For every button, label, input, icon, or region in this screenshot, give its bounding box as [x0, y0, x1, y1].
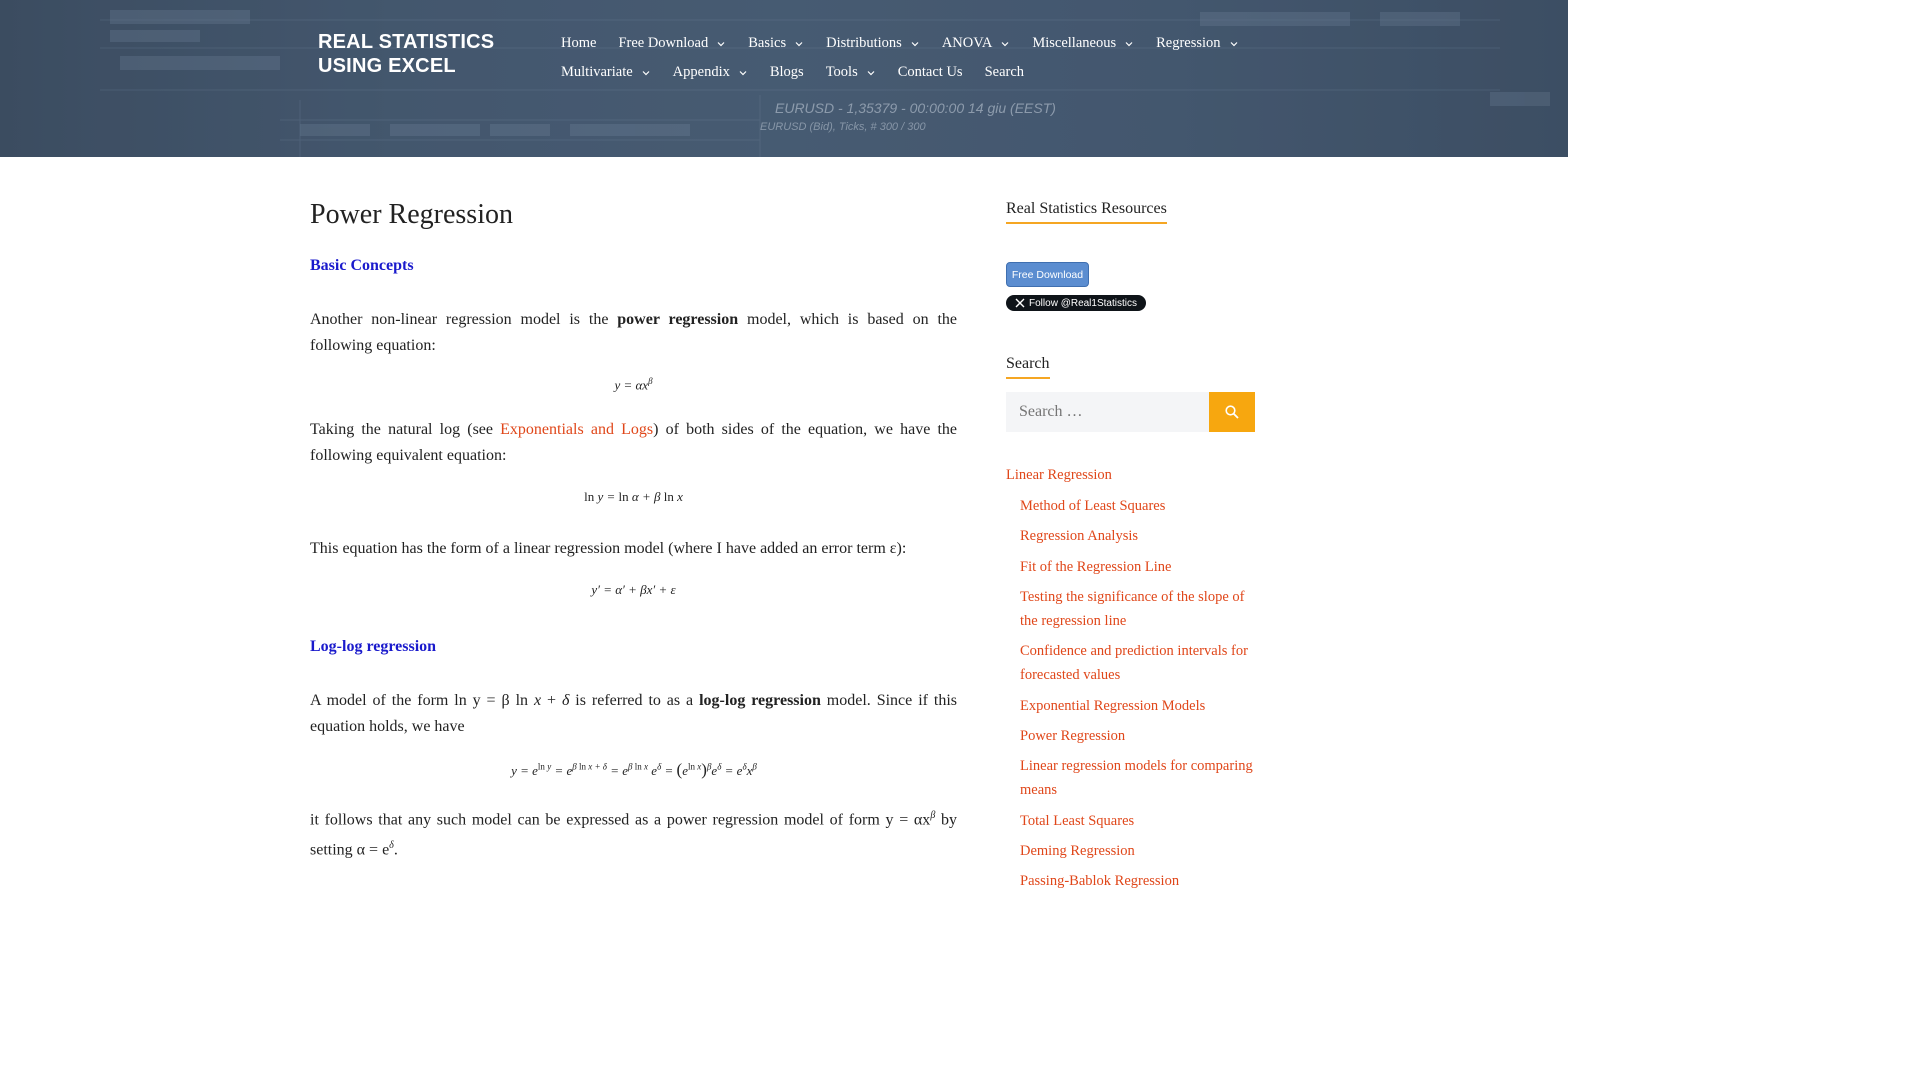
log-text-a: Taking the natural log (see — [310, 421, 501, 438]
nav-item-contact-us[interactable]: Contact Us — [898, 64, 963, 81]
nav-item-regression[interactable]: Regression — [1156, 35, 1238, 52]
nav-item-label: Basics — [748, 35, 787, 51]
nav-item-anova[interactable]: ANOVA — [942, 35, 1011, 52]
nav-item-free-download[interactable]: Free Download — [618, 35, 726, 52]
equation-exponent-chain: y = eln y = eβ ln x + δ = eβ ln x eδ = (… — [511, 760, 757, 779]
section-heading-basic-concepts: Basic Concepts — [310, 257, 414, 274]
chevron-down-icon — [910, 39, 920, 49]
chevron-down-icon — [1124, 39, 1134, 49]
paragraph-intro: Another non-linear regression model is t… — [310, 307, 957, 359]
twitter-follow-button[interactable]: Follow @Real1Statistics — [1006, 295, 1146, 311]
nav-item-label: Tools — [825, 64, 858, 80]
nav-item-label: Blogs — [769, 64, 804, 80]
paragraph-log-log: A model of the form ln y = β ln x + δ is… — [310, 688, 957, 740]
equation-ln-form: ln y = ln α + β ln x — [584, 489, 683, 504]
nav-item-search[interactable]: Search — [985, 64, 1024, 81]
sidebar-link-linear-regression[interactable]: Linear Regression — [1006, 464, 1112, 488]
loglog-text-a: A model of the form ln y = β ln — [310, 692, 534, 709]
sidebar-link-testing-slope-significance[interactable]: Testing the significance of the slope of… — [1020, 586, 1260, 633]
section-heading-log-log: Log-log regression — [310, 638, 437, 655]
chevron-down-icon — [1000, 39, 1010, 49]
loglog-text-c: is referred to as a — [569, 692, 700, 709]
chevron-down-icon — [794, 39, 804, 49]
nav-row-2: Multivariate Appendix Blogs Tools Contact Us… — [561, 58, 1261, 87]
nav-item-label: Search — [984, 64, 1025, 80]
nav-row-1: Home Free Download Basics Distributions ANOV… — [561, 29, 1261, 58]
nav-item-basics[interactable]: Basics — [748, 35, 804, 52]
sidebar-link-total-least-squares[interactable]: Total Least Squares — [1020, 810, 1256, 834]
nav-item-blogs[interactable]: Blogs — [770, 64, 804, 81]
sidebar-link-fit-of-regression-line[interactable]: Fit of the Regression Line — [1020, 556, 1256, 580]
nav-item-distributions[interactable]: Distributions — [826, 35, 920, 52]
nav-item-miscellaneous[interactable]: Miscellaneous — [1032, 35, 1134, 52]
site-title-line1: REAL STATISTICS — [318, 31, 495, 53]
chevron-down-icon — [866, 68, 876, 78]
sidebar-search-title: Search — [1006, 355, 1050, 379]
sidebar-link-confidence-prediction-intervals[interactable]: Confidence and prediction intervals for … — [1020, 640, 1256, 687]
sidebar-search-button[interactable] — [1209, 392, 1255, 432]
nav-item-label: Free Download — [618, 35, 709, 51]
chevron-down-icon — [738, 68, 748, 78]
nav-item-label: ANOVA — [941, 35, 993, 51]
header-chart-overlay-subtext: EURUSD (Bid), Ticks, # 300 / 300 — [760, 121, 926, 133]
free-download-button[interactable]: Free Download — [1006, 262, 1089, 287]
site-title[interactable]: REAL STATISTICS USING EXCEL — [318, 30, 528, 78]
equation-linear-prime: y′ = α′ + βx′ + ε — [591, 582, 676, 597]
site-header: EURUSD - 1,35379 - 00:00:00 14 giu (EEST… — [0, 0, 1568, 157]
nav-item-label: Multivariate — [561, 64, 633, 80]
nav-item-label: Distributions — [826, 35, 902, 51]
header-chart-overlay-text: EURUSD - 1,35379 - 00:00:00 14 giu (EEST… — [775, 100, 1056, 116]
equation-power-model: y = αxβ — [614, 376, 653, 393]
nav-item-home[interactable]: Home — [561, 35, 596, 52]
intro-bold-power-regression: power regression — [617, 311, 739, 328]
nav-item-multivariate[interactable]: Multivariate — [561, 64, 651, 81]
conclusion-text-c: . — [393, 841, 398, 859]
nav-item-tools[interactable]: Tools — [826, 64, 876, 81]
sidebar-link-regression-analysis[interactable]: Regression Analysis — [1020, 525, 1256, 549]
paragraph-natural-log: Taking the natural log (see Exponentials… — [310, 417, 957, 469]
sidebar-resources-title: Real Statistics Resources — [1006, 200, 1167, 224]
exponentials-and-logs-link[interactable]: Exponentials and Logs — [500, 421, 653, 438]
chevron-down-icon — [716, 39, 726, 49]
sidebar-link-method-of-least-squares[interactable]: Method of Least Squares — [1020, 495, 1256, 519]
main-navigation: Home Free Download Basics Distributions ANOV… — [561, 29, 1261, 87]
nav-item-label: Appendix — [672, 64, 730, 80]
nav-item-label: Home — [561, 35, 597, 51]
paragraph-linear-form: This equation has the form of a linear r… — [310, 540, 907, 557]
page-title: Power Regression — [310, 199, 513, 230]
nav-item-label: Regression — [1156, 35, 1221, 51]
intro-text-a: Another non-linear regression model is t… — [310, 311, 618, 328]
chevron-down-icon — [1229, 39, 1239, 49]
sidebar-search-input[interactable] — [1006, 392, 1209, 432]
x-logo-icon — [1015, 298, 1025, 308]
nav-item-label: Contact Us — [897, 64, 963, 80]
chevron-down-icon — [641, 68, 651, 78]
sidebar-link-passing-bablok-regression[interactable]: Passing-Bablok Regression — [1020, 870, 1256, 894]
sidebar-link-exponential-regression[interactable]: Exponential Regression Models — [1020, 695, 1256, 719]
sidebar-link-deming-regression[interactable]: Deming Regression — [1020, 840, 1256, 864]
site-title-line2: USING EXCEL — [318, 55, 456, 77]
sidebar-link-linear-models-comparing-means[interactable]: Linear regression models for comparing m… — [1020, 755, 1256, 802]
loglog-bold-term: log-log regression — [699, 692, 821, 709]
loglog-plus: + — [541, 692, 562, 709]
paragraph-conclusion: it follows that any such model can be ex… — [310, 803, 957, 864]
conclusion-text-a: it follows that any such model can be ex… — [310, 811, 931, 829]
nav-item-label: Miscellaneous — [1032, 35, 1117, 51]
loglog-x: x — [533, 692, 542, 709]
search-icon — [1225, 405, 1239, 419]
sidebar-link-power-regression[interactable]: Power Regression — [1020, 725, 1256, 749]
nav-item-appendix[interactable]: Appendix — [673, 64, 748, 81]
twitter-follow-label: Follow @Real1Statistics — [1029, 297, 1137, 309]
